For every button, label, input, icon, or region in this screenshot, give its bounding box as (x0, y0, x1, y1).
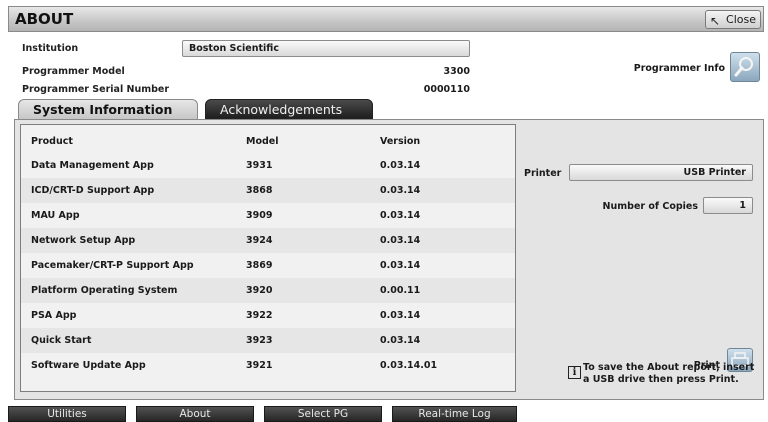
table-row: Software Update App 3921 0.03.14.01 (21, 353, 515, 378)
table-row: Quick Start 3923 0.03.14 (21, 328, 515, 353)
model-cell: 3921 (246, 360, 273, 371)
programmer-serial-value: 0000110 (423, 84, 470, 95)
window-title: ABOUT (15, 10, 74, 28)
product-cell: Network Setup App (31, 235, 136, 246)
model-cell: 3909 (246, 210, 273, 221)
title-bar: ABOUT ↖ Close (8, 6, 764, 32)
product-cell: PSA App (31, 310, 77, 321)
model-cell: 3924 (246, 235, 273, 246)
model-cell: 3931 (246, 160, 273, 171)
column-header-product: Product (31, 136, 73, 147)
version-cell: 0.03.14.01 (380, 360, 438, 371)
programmer-model-label: Programmer Model (22, 66, 125, 77)
column-header-model: Model (246, 136, 279, 147)
version-cell: 0.03.14 (380, 310, 421, 321)
table-row: Pacemaker/CRT-P Support App 3869 0.03.14 (21, 253, 515, 278)
close-button[interactable]: ↖ Close (705, 10, 761, 29)
magnifier-icon (734, 57, 753, 77)
nav-real-time-log-button[interactable]: Real-time Log (392, 406, 517, 422)
programmer-info-button[interactable] (730, 52, 760, 82)
model-cell: 3869 (246, 260, 273, 271)
close-button-label: Close (726, 13, 756, 26)
version-cell: 0.03.14 (380, 210, 421, 221)
product-cell: Data Management App (31, 160, 154, 171)
version-cell: 0.03.14 (380, 335, 421, 346)
table-row: PSA App 3922 0.03.14 (21, 303, 515, 328)
product-cell: Software Update App (31, 360, 146, 371)
table-row: Platform Operating System 3920 0.00.11 (21, 278, 515, 303)
table-row: MAU App 3909 0.03.14 (21, 203, 515, 228)
model-cell: 3868 (246, 185, 273, 196)
number-of-copies-label: Number of Copies (602, 201, 698, 212)
product-cell: ICD/CRT-D Support App (31, 185, 155, 196)
version-cell: 0.00.11 (380, 285, 421, 296)
programmer-model-value: 3300 (443, 66, 470, 77)
model-cell: 3920 (246, 285, 273, 296)
tab-acknowledgements[interactable]: Acknowledgements (205, 99, 373, 119)
version-cell: 0.03.14 (380, 260, 421, 271)
version-cell: 0.03.14 (380, 160, 421, 171)
product-cell: Pacemaker/CRT-P Support App (31, 260, 194, 271)
product-cell: MAU App (31, 210, 80, 221)
product-cell: Platform Operating System (31, 285, 178, 296)
product-cell: Quick Start (31, 335, 92, 346)
institution-label: Institution (22, 43, 79, 54)
table-row: Data Management App 3931 0.03.14 (21, 153, 515, 178)
model-cell: 3923 (246, 335, 273, 346)
model-cell: 3922 (246, 310, 273, 321)
table-row: ICD/CRT-D Support App 3868 0.03.14 (21, 178, 515, 203)
institution-field[interactable]: Boston Scientific (182, 40, 470, 57)
version-cell: 0.03.14 (380, 185, 421, 196)
save-report-info-text: To save the About report, insert a USB d… (583, 362, 755, 385)
printer-select[interactable]: USB Printer (569, 164, 753, 181)
version-cell: 0.03.14 (380, 235, 421, 246)
nav-utilities-button[interactable]: Utilities (8, 406, 126, 422)
number-of-copies-field[interactable]: 1 (703, 197, 753, 214)
table-header: Product Model Version (21, 129, 515, 154)
printer-label: Printer (524, 168, 562, 179)
info-icon: i (568, 366, 581, 379)
arrow-cursor-icon: ↖ (710, 14, 721, 28)
programmer-serial-label: Programmer Serial Number (22, 84, 170, 95)
tab-system-information[interactable]: System Information (18, 99, 198, 119)
programmer-info-label: Programmer Info (633, 63, 725, 74)
nav-about-button[interactable]: About (136, 406, 254, 422)
column-header-version: Version (380, 136, 421, 147)
table-row: Network Setup App 3924 0.03.14 (21, 228, 515, 253)
nav-select-pg-button[interactable]: Select PG (264, 406, 382, 422)
